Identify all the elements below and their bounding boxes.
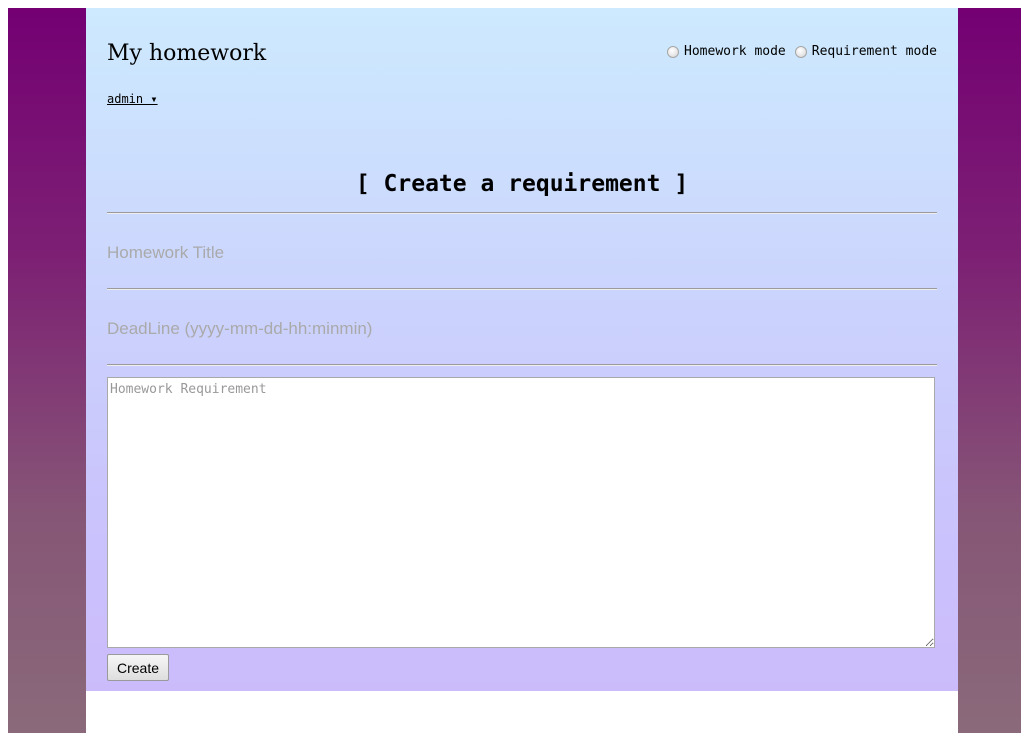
divider: [107, 364, 937, 366]
form-heading: [ Create a requirement ]: [355, 171, 689, 197]
homework-mode-option[interactable]: Homework mode: [667, 44, 786, 59]
requirement-mode-radio[interactable]: [794, 45, 807, 58]
page-backdrop: My homework admin ▾ Homework mode Requir…: [8, 8, 1021, 733]
main-panel: My homework admin ▾ Homework mode Requir…: [86, 8, 958, 733]
requirement-mode-label: Requirement mode: [811, 44, 937, 59]
user-menu-link[interactable]: admin ▾: [107, 92, 158, 106]
page-title: My homework: [107, 41, 267, 66]
mode-switch: Homework mode Requirement mode: [667, 44, 937, 59]
homework-mode-label: Homework mode: [684, 44, 786, 59]
requirement-textarea[interactable]: [107, 377, 935, 648]
panel-background: My homework admin ▾ Homework mode Requir…: [86, 8, 958, 691]
deadline-input[interactable]: [107, 314, 927, 344]
homework-mode-radio[interactable]: [667, 45, 680, 58]
homework-title-input[interactable]: [107, 238, 927, 268]
create-button[interactable]: Create: [107, 654, 170, 681]
divider: [107, 212, 937, 214]
divider: [107, 288, 937, 290]
requirement-mode-option[interactable]: Requirement mode: [794, 44, 937, 59]
